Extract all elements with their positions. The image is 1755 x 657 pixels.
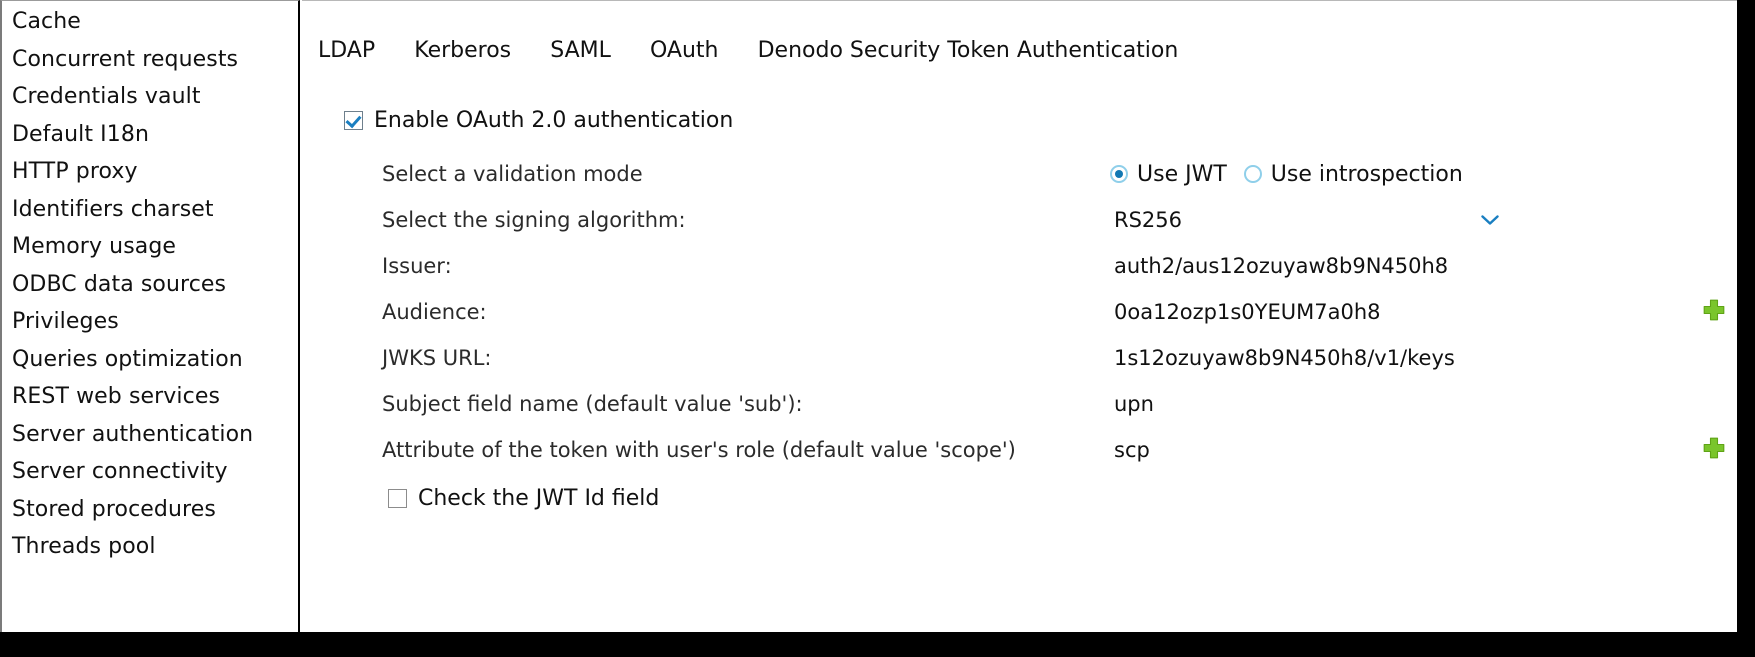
check-jwt-id-checkbox[interactable]	[388, 488, 407, 508]
jwks-url-value: 1s12ozuyaw8b9N450h8/v1/keys	[1114, 346, 1455, 370]
role-attribute-label: Attribute of the token with user's role …	[382, 438, 1016, 462]
check-jwt-id-label: Check the JWT Id field	[418, 485, 660, 511]
oauth-form: Select a validation mode Use JWT Use int…	[302, 151, 1737, 473]
jwks-url-input[interactable]: 1s12ozuyaw8b9N450h8/v1/keys	[1114, 346, 1484, 370]
subject-field-name-row: Subject field name (default value 'sub')…	[302, 381, 1737, 427]
enable-oauth-label: Enable OAuth 2.0 authentication	[374, 107, 734, 133]
issuer-label: Issuer:	[382, 254, 452, 278]
sidebar-item-odbc-data-sources[interactable]: ODBC data sources	[2, 266, 298, 304]
signing-algorithm-row: Select the signing algorithm: RS256	[302, 197, 1737, 243]
sidebar-item-credentials-vault[interactable]: Credentials vault	[2, 78, 298, 116]
jwks-url-row: JWKS URL: 1s12ozuyaw8b9N450h8/v1/keys	[302, 335, 1737, 381]
auth-tabbar[interactable]: LDAP Kerberos SAML OAuth Denodo Security…	[302, 31, 1737, 71]
jwks-url-label: JWKS URL:	[382, 346, 492, 370]
sidebar-item-http-proxy[interactable]: HTTP proxy	[2, 153, 298, 191]
tab-saml[interactable]: SAML	[550, 31, 611, 71]
sidebar-item-stored-procedures[interactable]: Stored procedures	[2, 491, 298, 529]
enable-oauth-row[interactable]: Enable OAuth 2.0 authentication	[344, 105, 733, 135]
add-audience-icon[interactable]	[1701, 299, 1727, 325]
validation-mode-label: Select a validation mode	[382, 162, 643, 186]
window-right-chrome	[1737, 0, 1755, 632]
check-jwt-id-row[interactable]: Check the JWT Id field	[388, 483, 659, 513]
sidebar-item-memory-usage[interactable]: Memory usage	[2, 228, 298, 266]
radio-option-use-jwt[interactable]: Use JWT	[1110, 162, 1227, 187]
tab-ldap[interactable]: LDAP	[318, 31, 375, 71]
subject-field-name-label: Subject field name (default value 'sub')…	[382, 392, 803, 416]
settings-window: Cache Concurrent requests Credentials va…	[0, 0, 1755, 657]
sidebar-list: Cache Concurrent requests Credentials va…	[2, 1, 298, 566]
sidebar-item-cache[interactable]: Cache	[2, 3, 298, 41]
audience-row: Audience: 0oa12ozp1s0YEUM7a0h8	[302, 289, 1737, 335]
sidebar-item-default-i18n[interactable]: Default I18n	[2, 116, 298, 154]
radio-option-use-introspection[interactable]: Use introspection	[1243, 161, 1463, 187]
chevron-down-icon[interactable]	[1481, 214, 1499, 226]
sidebar-item-server-authentication[interactable]: Server authentication	[2, 416, 298, 454]
settings-sidebar[interactable]: Cache Concurrent requests Credentials va…	[0, 0, 300, 632]
signing-algorithm-dropdown[interactable]: RS256	[1114, 208, 1509, 232]
use-introspection-radio[interactable]	[1243, 165, 1262, 183]
signing-algorithm-value: RS256	[1114, 208, 1183, 232]
sidebar-item-identifiers-charset[interactable]: Identifiers charset	[2, 191, 298, 229]
use-jwt-radio[interactable]	[1110, 165, 1128, 183]
validation-mode-row: Select a validation mode Use JWT Use int…	[302, 151, 1737, 197]
role-attribute-row: Attribute of the token with user's role …	[302, 427, 1737, 473]
audience-input[interactable]: 0oa12ozp1s0YEUM7a0h8	[1114, 300, 1484, 324]
sidebar-item-privileges[interactable]: Privileges	[2, 303, 298, 341]
enable-oauth-checkbox[interactable]	[344, 110, 363, 130]
sidebar-item-server-connectivity[interactable]: Server connectivity	[2, 453, 298, 491]
subject-field-name-input[interactable]: upn	[1114, 392, 1484, 416]
validation-mode-radio-group[interactable]: Use JWT Use introspection	[1110, 162, 1463, 187]
use-jwt-label: Use JWT	[1137, 161, 1227, 187]
tab-denodo-security-token-authentication[interactable]: Denodo Security Token Authentication	[758, 31, 1179, 71]
sidebar-item-queries-optimization[interactable]: Queries optimization	[2, 341, 298, 379]
add-role-attribute-icon[interactable]	[1701, 437, 1727, 463]
window-bottom-chrome	[0, 632, 1755, 657]
issuer-value: auth2/aus12ozuyaw8b9N450h8	[1114, 254, 1449, 278]
sidebar-item-concurrent-requests[interactable]: Concurrent requests	[2, 41, 298, 79]
issuer-input[interactable]: auth2/aus12ozuyaw8b9N450h8	[1114, 254, 1484, 278]
audience-label: Audience:	[382, 300, 487, 324]
issuer-row: Issuer: auth2/aus12ozuyaw8b9N450h8	[302, 243, 1737, 289]
sidebar-item-rest-web-services[interactable]: REST web services	[2, 378, 298, 416]
sidebar-item-threads-pool[interactable]: Threads pool	[2, 528, 298, 566]
tab-kerberos[interactable]: Kerberos	[414, 31, 511, 71]
server-authentication-panel: LDAP Kerberos SAML OAuth Denodo Security…	[302, 0, 1737, 632]
signing-algorithm-label: Select the signing algorithm:	[382, 208, 686, 232]
tab-oauth[interactable]: OAuth	[650, 31, 719, 71]
use-introspection-label: Use introspection	[1270, 161, 1463, 187]
role-attribute-input[interactable]: scp	[1114, 438, 1484, 462]
